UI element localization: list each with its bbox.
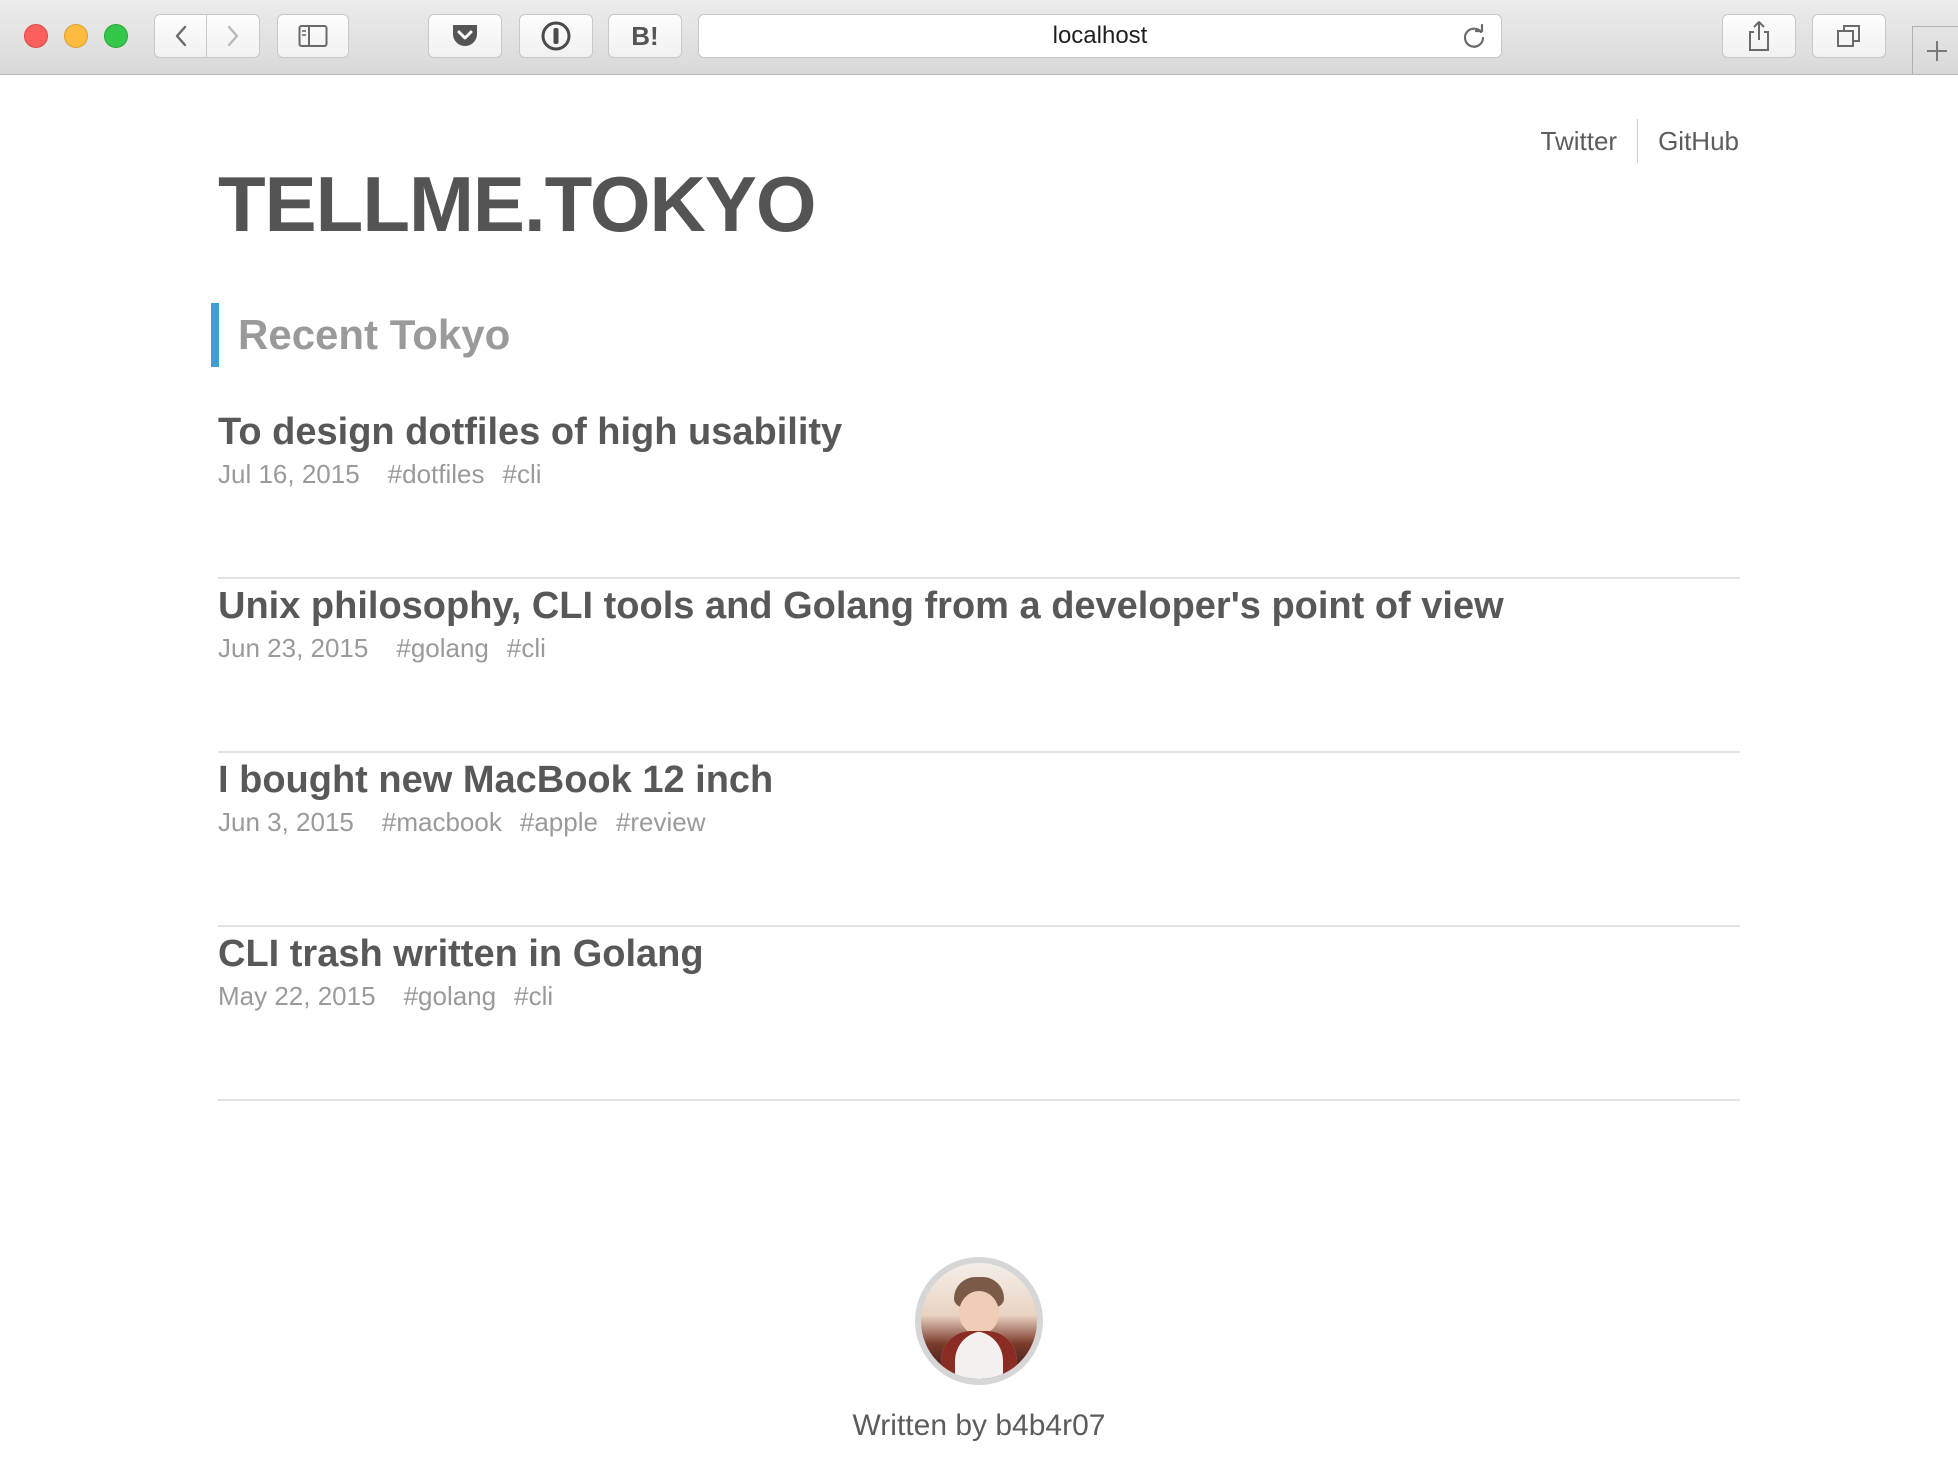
post-tag[interactable]: #macbook [382,807,502,838]
share-icon [1749,21,1769,51]
hatena-bookmark-label: B! [631,20,659,51]
sidebar-icon [298,25,328,47]
new-tab-button[interactable] [1912,26,1958,74]
post-tag[interactable]: #dotfiles [388,459,485,490]
post-item: To design dotfiles of high usability Jul… [218,409,1740,579]
github-link[interactable]: GitHub [1658,126,1739,157]
post-meta: Jun 3, 2015 #macbook #apple #review [218,807,1740,838]
post-tag[interactable]: #golang [396,633,489,664]
avatar-face [959,1291,999,1335]
post-list: To design dotfiles of high usability Jul… [218,405,1740,1101]
post-tag[interactable]: #cli [514,981,553,1012]
window-zoom-button[interactable] [104,24,128,48]
forward-button[interactable] [206,14,260,58]
onepassword-icon [541,21,571,51]
pocket-button[interactable] [428,14,502,58]
link-divider [1637,119,1639,163]
post-item: CLI trash written in Golang May 22, 2015… [218,931,1740,1101]
pocket-icon [453,25,477,46]
chevron-left-icon [175,25,186,47]
tabs-overview-icon [1837,25,1860,47]
plus-icon [1926,40,1947,61]
share-button[interactable] [1722,14,1796,58]
avatar-body [941,1331,1017,1379]
post-item: I bought new MacBook 12 inch Jun 3, 2015… [218,757,1740,927]
post-tag[interactable]: #cli [507,633,546,664]
chevron-right-icon [227,25,239,47]
site-title[interactable]: TELLME.TOKYO [218,159,817,250]
sidebar-button[interactable] [277,14,349,58]
post-date: Jun 3, 2015 [218,807,354,837]
onepassword-button[interactable] [519,14,593,58]
post-meta: Jun 23, 2015 #golang #cli [218,633,1740,664]
author-avatar[interactable] [915,1257,1043,1385]
section-heading: Recent Tokyo [211,303,510,367]
post-tag[interactable]: #apple [520,807,598,838]
header-links: Twitter GitHub [1541,119,1739,163]
address-text[interactable]: localhost [699,15,1501,57]
post-date: Jul 16, 2015 [218,459,360,489]
hatena-bookmark-button[interactable]: B! [608,14,682,58]
window-close-button[interactable] [24,24,48,48]
post-date: Jun 23, 2015 [218,633,369,663]
post-meta: May 22, 2015 #golang #cli [218,981,1740,1012]
post-meta: Jul 16, 2015 #dotfiles #cli [218,459,1740,490]
post-title-link[interactable]: To design dotfiles of high usability [218,409,1740,455]
post-date: May 22, 2015 [218,981,376,1011]
author-credit: Written by b4b4r07 [852,1409,1106,1442]
post-title-link[interactable]: Unix philosophy, CLI tools and Golang fr… [218,583,1740,629]
window-minimize-button[interactable] [64,24,88,48]
twitter-link[interactable]: Twitter [1541,126,1618,157]
post-tag[interactable]: #cli [503,459,542,490]
page-content: Twitter GitHub TELLME.TOKYO Recent Tokyo… [0,75,1958,1480]
page-footer: Written by b4b4r07 [0,1257,1958,1443]
reload-icon[interactable] [1461,24,1487,50]
browser-toolbar: B! localhost [0,0,1958,75]
post-tag[interactable]: #review [616,807,706,838]
address-bar[interactable]: localhost [698,14,1502,58]
post-title-link[interactable]: I bought new MacBook 12 inch [218,757,1740,803]
post-tag[interactable]: #golang [404,981,497,1012]
back-button[interactable] [154,14,207,58]
navigation-buttons [154,14,260,58]
post-item: Unix philosophy, CLI tools and Golang fr… [218,583,1740,753]
tabs-overview-button[interactable] [1812,14,1886,58]
section-title: Recent Tokyo [238,311,511,358]
post-title-link[interactable]: CLI trash written in Golang [218,931,1740,977]
